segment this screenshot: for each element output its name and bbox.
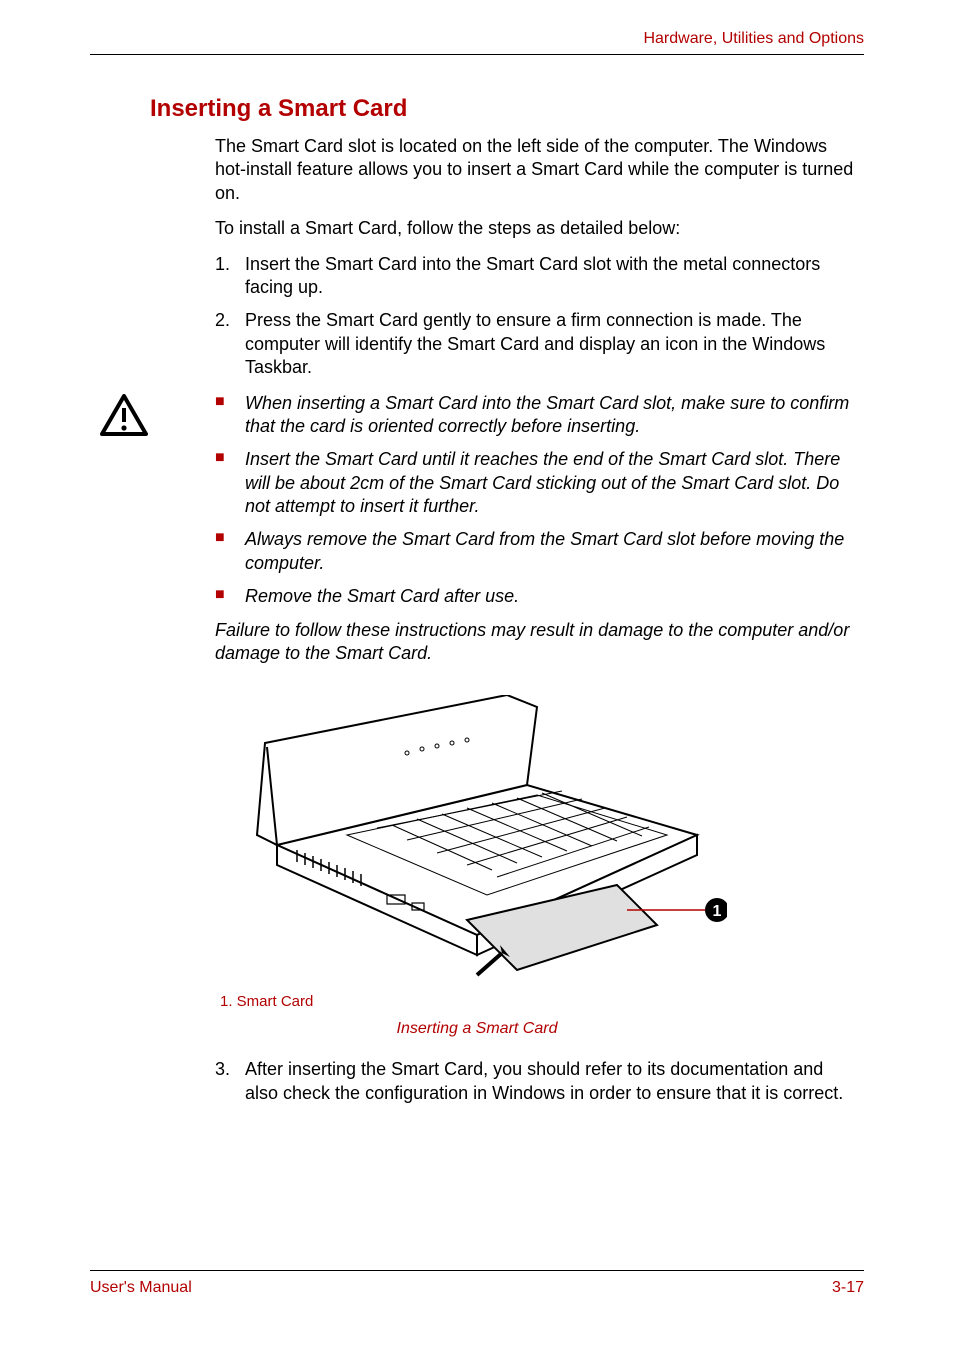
caution-bullet-4: Remove the Smart Card after use. [215,585,854,608]
step-text: After inserting the Smart Card, you shou… [245,1059,843,1102]
step-number: 3. [215,1058,230,1081]
step-number: 1. [215,253,230,276]
laptop-smartcard-illustration: 1 [227,695,727,985]
callout-number: 1 [713,903,722,920]
caution-bullet-3: Always remove the Smart Card from the Sm… [215,528,854,575]
step-text: Press the Smart Card gently to ensure a … [245,310,825,377]
figure-area: 1 1. Smart Card Inserting a Smart Card [90,695,864,1038]
caution-bullet-2: Insert the Smart Card until it reaches t… [215,448,854,518]
step-number: 2. [215,309,230,332]
page-header: Hardware, Utilities and Options [90,30,864,54]
caution-block: When inserting a Smart Card into the Sma… [90,392,864,666]
caution-bullet-1: When inserting a Smart Card into the Sma… [215,392,854,439]
footer-left: User's Manual [90,1279,192,1297]
header-rule [90,54,864,55]
figure-caption: Inserting a Smart Card [90,1020,864,1038]
caution-tail: Failure to follow these instructions may… [215,619,854,666]
section-title: Inserting a Smart Card [150,95,864,123]
step-2: 2. Press the Smart Card gently to ensure… [215,309,854,379]
warning-icon [100,394,148,438]
step-1: 1. Insert the Smart Card into the Smart … [215,253,854,300]
caution-bullets: When inserting a Smart Card into the Sma… [215,392,854,609]
step-3: 3. After inserting the Smart Card, you s… [215,1058,854,1105]
footer-rule [90,1270,864,1271]
figure-legend: 1. Smart Card [220,993,864,1010]
steps-list-12: 1. Insert the Smart Card into the Smart … [215,253,854,380]
intro-paragraph-2: To install a Smart Card, follow the step… [215,217,854,240]
step-text: Insert the Smart Card into the Smart Car… [245,254,820,297]
steps-list-3: 3. After inserting the Smart Card, you s… [215,1058,854,1105]
footer-right: 3-17 [832,1279,864,1297]
page-footer: User's Manual 3-17 [90,1270,864,1297]
intro-paragraph-1: The Smart Card slot is located on the le… [215,135,854,205]
